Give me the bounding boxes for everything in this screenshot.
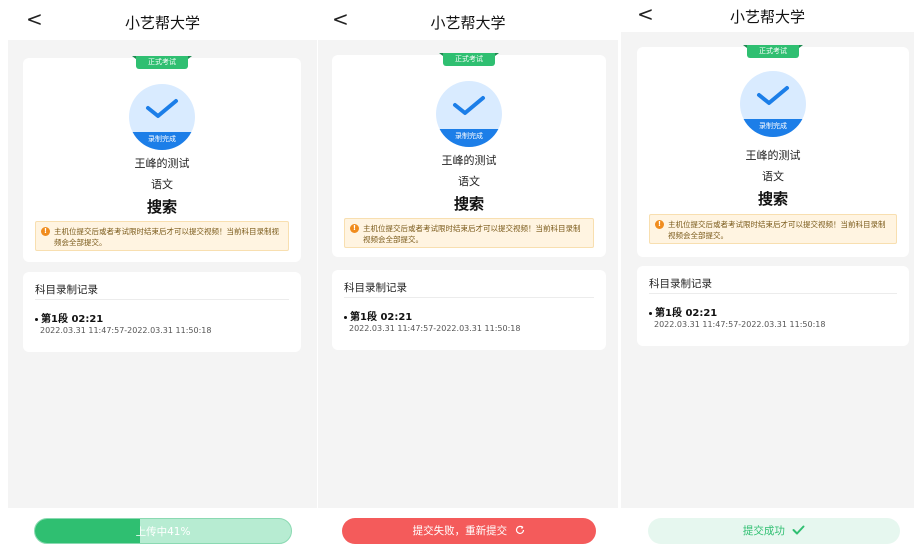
progress-fill [35,519,140,543]
screen-uploading: < 小艺帮大学 正式考试 录制完成 王峰的测试 语文 搜索 ! 主机位提交后或者… [8,0,317,548]
divider [35,299,289,300]
exam-type-tag: 正式考试 [743,45,803,58]
status-badge: 录制完成 [740,119,806,137]
resubmit-label: 提交失败，重新提交 [412,525,508,537]
segment-label: 第1段 02:21 [655,308,718,319]
subject-name: 语文 [458,175,480,188]
subject-name: 语文 [151,178,173,191]
nav-header: < 小艺帮大学 [8,0,317,40]
submit-notice: ! 主机位提交后或者考试限时结束后才可以提交视频！当前科目录制视频会全部提交。 [35,221,289,251]
submit-notice: ! 主机位提交后或者考试限时结束后才可以提交视频！当前科目录制视频会全部提交。 [649,214,897,244]
resubmit-button[interactable]: 提交失败，重新提交 [342,518,596,544]
subject-name: 语文 [762,170,784,183]
bullet-icon [35,317,38,321]
record-card: 科目录制记录 第1段 02:21 2022.03.31 11:47:57-202… [23,272,301,352]
record-card: 科目录制记录 第1段 02:21 2022.03.31 11:47:57-202… [637,266,909,346]
record-segment: 第1段 02:21 [649,304,717,319]
check-icon [146,99,178,118]
page-title: 小艺帮大学 [124,14,200,32]
segment-label: 第1段 02:21 [350,312,413,323]
divider [344,297,594,298]
upload-progress-label: 上传中41% [135,526,191,538]
submit-notice: ! 主机位提交后或者考试限时结束后才可以提交视频！当前科目录制视频会全部提交。 [344,218,594,248]
check-icon [453,96,485,115]
segment-time-range: 2022.03.31 11:47:57-2022.03.31 11:50:18 [654,320,826,329]
bullet-icon [344,315,347,319]
status-badge: 录制完成 [129,132,195,150]
exam-card: 正式考试 录制完成 王峰的测试 语文 搜索 ! 主机位提交后或者考试限时结束后才… [332,53,606,257]
notice-text: 主机位提交后或者考试限时结束后才可以提交视频！当前科目录制视频会全部提交。 [668,220,886,240]
record-title: 科目录制记录 [35,284,98,296]
record-segment: 第1段 02:21 [35,310,103,325]
screen-submit-success: < 小艺帮大学 正式考试 录制完成 王峰的测试 语文 搜索 ! 主机位提交后或者… [621,0,914,548]
screen-submit-failed: < 小艺帮大学 正式考试 录制完成 王峰的测试 语文 搜索 ! 主机位提交后或者… [318,0,618,548]
segment-time-range: 2022.03.31 11:47:57-2022.03.31 11:50:18 [40,326,212,335]
exam-name: 王峰的测试 [745,149,801,162]
upload-progress-button[interactable]: 上传中41% [34,518,292,544]
warning-icon: ! [350,224,359,233]
submit-success-label: 提交成功 [742,525,785,537]
record-card: 科目录制记录 第1段 02:21 2022.03.31 11:47:57-202… [332,270,606,350]
exam-name: 王峰的测试 [134,157,190,170]
nav-header: < 小艺帮大学 [621,0,914,32]
exam-type-tag: 正式考试 [439,53,499,66]
nav-header: < 小艺帮大学 [318,0,618,40]
notice-text: 主机位提交后或者考试限时结束后才可以提交视频！当前科目录制视频会全部提交。 [54,227,279,247]
record-title: 科目录制记录 [649,278,712,290]
bullet-icon [649,311,652,315]
recording-complete-badge: 录制完成 [436,81,502,147]
exam-name: 王峰的测试 [441,154,497,167]
submit-success-button[interactable]: 提交成功 [648,518,900,544]
divider [649,293,897,294]
check-icon [757,86,789,105]
exam-type-tag: 正式考试 [132,56,192,69]
warning-icon: ! [41,227,50,236]
page-title: 小艺帮大学 [430,14,506,32]
segment-label: 第1段 02:21 [41,314,104,325]
segment-time-range: 2022.03.31 11:47:57-2022.03.31 11:50:18 [349,324,521,333]
record-segment: 第1段 02:21 [344,308,412,323]
refresh-icon [516,525,525,535]
recording-complete-badge: 录制完成 [740,71,806,137]
recording-complete-badge: 录制完成 [129,84,195,150]
task-name: 搜索 [146,198,177,216]
task-name: 搜索 [757,190,788,208]
notice-text: 主机位提交后或者考试限时结束后才可以提交视频！当前科目录制视频会全部提交。 [363,224,581,244]
warning-icon: ! [655,220,664,229]
task-name: 搜索 [453,195,484,213]
exam-card: 正式考试 录制完成 王峰的测试 语文 搜索 ! 主机位提交后或者考试限时结束后才… [637,45,909,257]
check-icon [792,525,805,535]
record-title: 科目录制记录 [344,282,407,294]
page-title: 小艺帮大学 [729,8,805,26]
status-badge: 录制完成 [436,129,502,147]
exam-card: 正式考试 录制完成 王峰的测试 语文 搜索 ! 主机位提交后或者考试限时结束后才… [23,56,301,262]
